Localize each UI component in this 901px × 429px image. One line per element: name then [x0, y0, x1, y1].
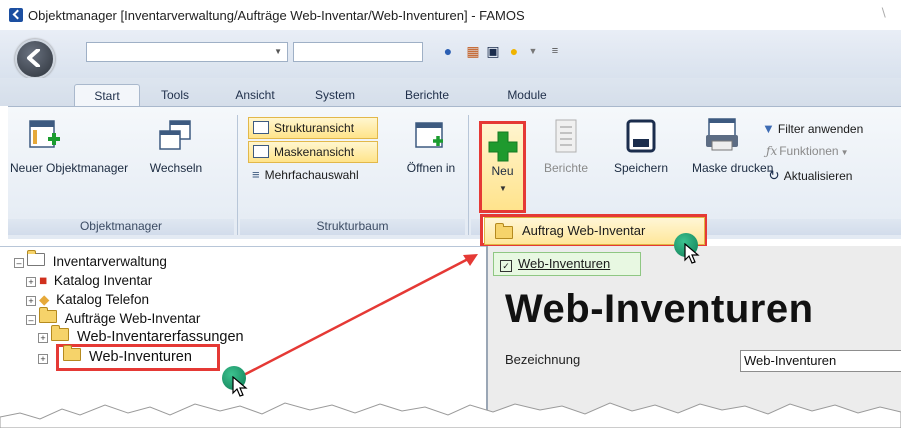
mouse-cursor-icon: [684, 243, 700, 264]
annotation-overlay: [237, 254, 478, 380]
torn-edge: [0, 402, 901, 428]
annotation-arrow: [237, 256, 471, 380]
